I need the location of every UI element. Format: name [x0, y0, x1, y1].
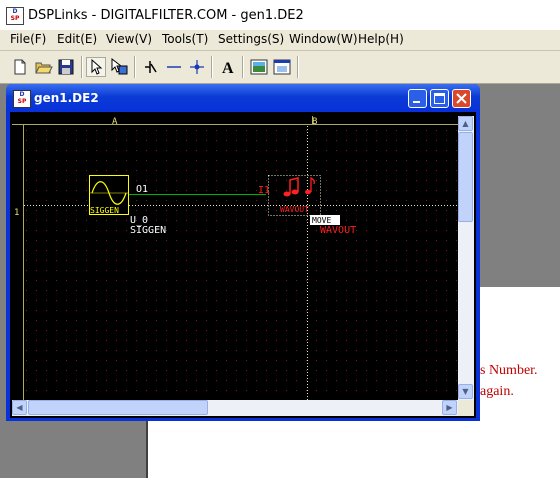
child-window-gen1: D SP gen1.DE2 A B 1 SIGGEN O1 U_0 SIGGEN…: [6, 84, 480, 421]
close-icon: [456, 93, 467, 104]
scroll-right-icon[interactable]: ▶: [442, 400, 457, 415]
schematic-canvas[interactable]: A B 1 SIGGEN O1 U_0 SIGGEN I1 WAVOUT MOV…: [12, 116, 458, 400]
scrollbar-corner: [458, 400, 474, 416]
siggen-type-name: SIGGEN: [130, 225, 166, 236]
image-icon[interactable]: [249, 57, 269, 77]
row-label-1: 1: [14, 208, 19, 218]
signal-icon[interactable]: [141, 57, 161, 77]
app-icon-bottom-text: SP: [10, 15, 20, 22]
toolbar-separator: [134, 56, 136, 78]
dsplinks-app-icon: D SP: [6, 7, 24, 25]
siggen-block-label: SIGGEN: [90, 206, 119, 215]
scroll-down-icon[interactable]: ▼: [458, 384, 473, 399]
menu-help[interactable]: Help(H): [358, 32, 404, 46]
grid-dots: [24, 126, 458, 400]
wavout-type-name: WAVOUT: [320, 225, 356, 236]
maximize-icon: [434, 93, 445, 104]
menu-edit[interactable]: Edit(E): [57, 32, 97, 46]
menu-file[interactable]: File(F): [10, 32, 46, 46]
scroll-left-icon[interactable]: ◀: [12, 400, 27, 415]
window-icon[interactable]: [272, 57, 292, 77]
menu-window[interactable]: Window(W): [289, 32, 358, 46]
dsp-document-icon: D SP: [13, 90, 31, 108]
close-button[interactable]: [452, 89, 471, 108]
wire-icon[interactable]: [164, 57, 184, 77]
vertical-scroll-thumb[interactable]: [458, 132, 473, 222]
move-icon[interactable]: [109, 57, 129, 77]
wavout-port-label: I1: [258, 185, 270, 196]
main-toolbar: A: [0, 51, 560, 84]
menu-tools[interactable]: Tools(T): [162, 32, 208, 46]
background-message-line2: again.: [480, 384, 514, 399]
child-icon-bottom-text: SP: [17, 98, 27, 105]
child-window-title: gen1.DE2: [34, 91, 99, 105]
top-ruler: [12, 116, 458, 125]
column-label-a: A: [112, 117, 118, 127]
move-badge-label: MOVE: [312, 216, 331, 225]
scroll-up-icon[interactable]: ▲: [458, 116, 473, 131]
pointer-icon[interactable]: [86, 57, 106, 77]
child-icon-top-text: D: [19, 91, 25, 98]
minimize-button[interactable]: [408, 89, 427, 108]
toolbar-separator: [81, 56, 83, 78]
toolbar-separator: [211, 56, 213, 78]
app-title: DSPLinks - DIGITALFILTER.COM - gen1.DE2: [28, 8, 304, 23]
text-tool-label: A: [222, 60, 234, 77]
menu-bar: File(F) Edit(E) View(V) Tools(T) Setting…: [0, 30, 560, 51]
maximize-button[interactable]: [430, 89, 449, 108]
toolbar-separator: [242, 56, 244, 78]
app-icon-top-text: D: [12, 8, 18, 15]
column-label-b: B: [312, 117, 317, 127]
text-icon[interactable]: A: [218, 57, 238, 77]
open-folder-icon[interactable]: [33, 57, 53, 77]
vertical-scrollbar[interactable]: ▲ ▼: [458, 116, 474, 400]
siggen-port-label: O1: [136, 184, 148, 195]
schematic-client-area: A B 1 SIGGEN O1 U_0 SIGGEN I1 WAVOUT MOV…: [10, 112, 476, 418]
horizontal-scrollbar[interactable]: ◀ ▶: [12, 400, 458, 416]
child-title-bar[interactable]: D SP gen1.DE2: [6, 84, 480, 112]
menu-view[interactable]: View(V): [106, 32, 152, 46]
app-title-bar: D SP DSPLinks - DIGITALFILTER.COM - gen1…: [0, 0, 560, 30]
background-message-line1: s Number.: [480, 363, 538, 378]
menu-settings[interactable]: Settings(S): [218, 32, 284, 46]
wavout-block-label: WAVOUT: [280, 205, 309, 214]
siggen-block[interactable]: SIGGEN: [89, 175, 129, 216]
horizontal-scroll-thumb[interactable]: [28, 400, 208, 415]
new-file-icon[interactable]: [10, 57, 30, 77]
toolbar-separator: [297, 56, 299, 78]
node-icon[interactable]: [187, 57, 207, 77]
minimize-icon: [413, 101, 420, 103]
save-icon[interactable]: [56, 57, 76, 77]
